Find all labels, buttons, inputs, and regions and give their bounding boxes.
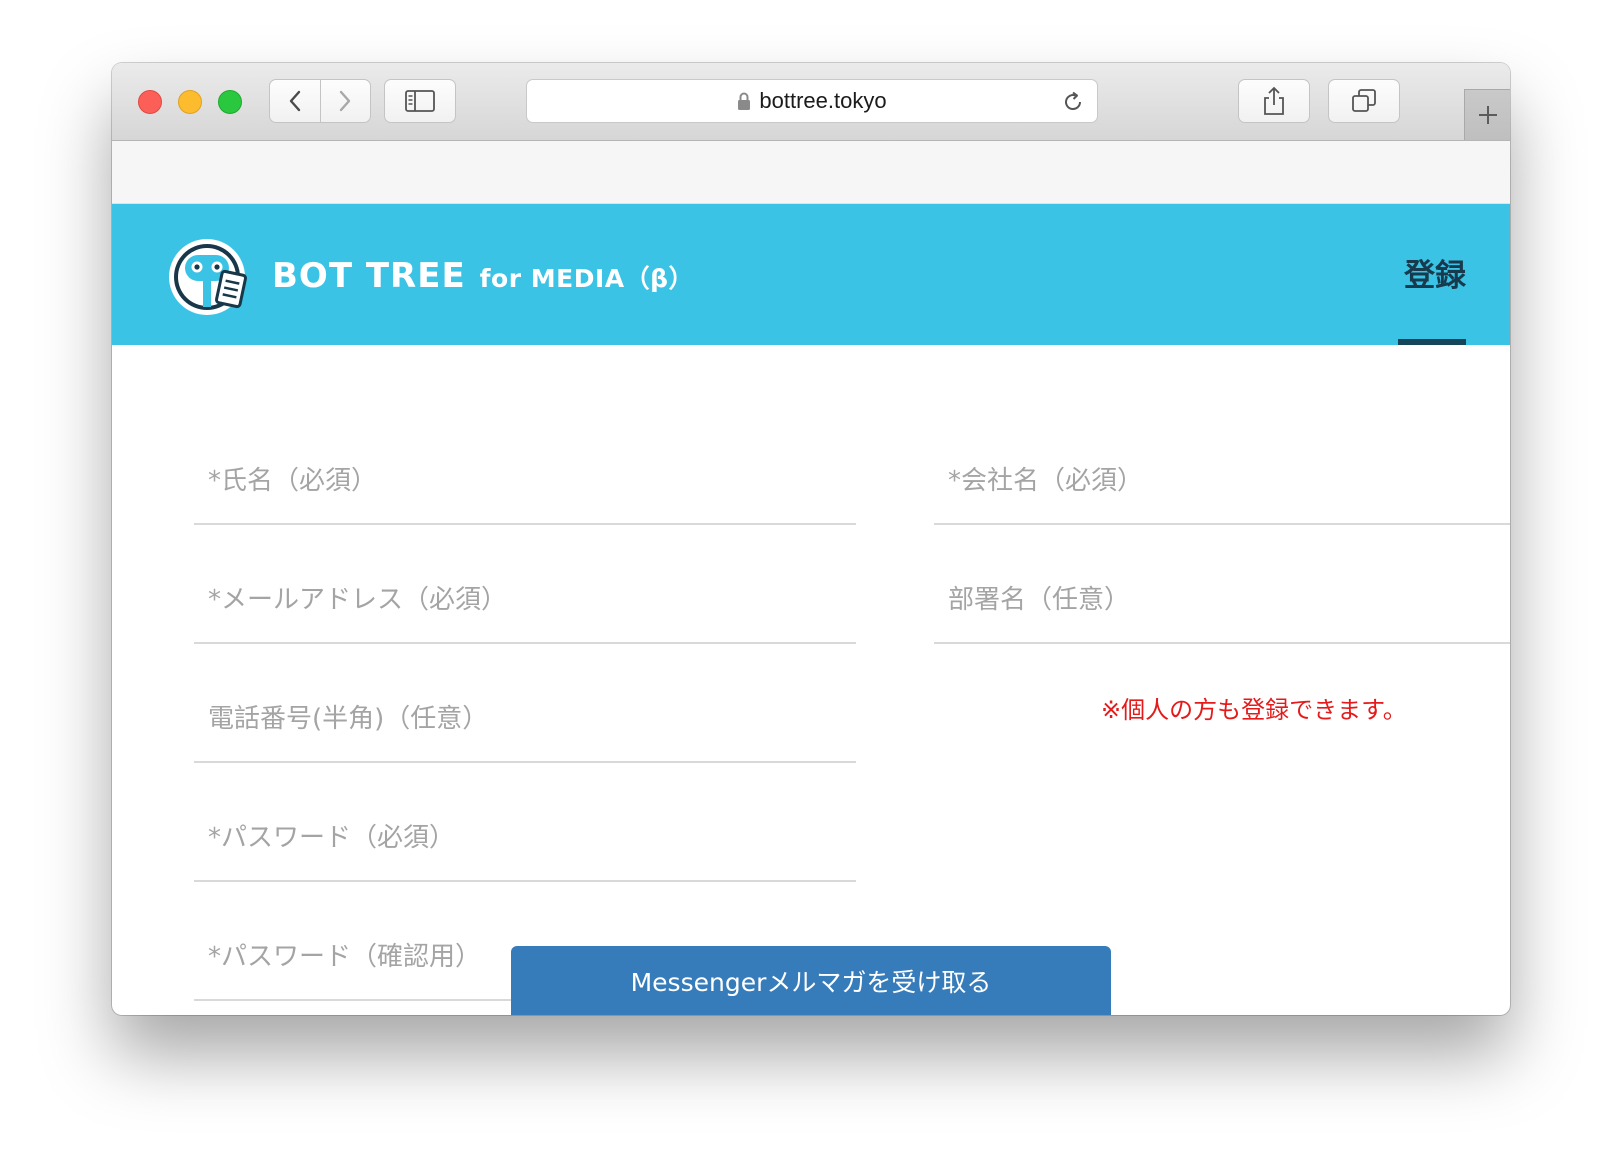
department-field-placeholder: 部署名（任意） <box>948 585 1131 615</box>
share-button[interactable] <box>1238 79 1310 123</box>
browser-window: bottree.tokyo BOT TREE for MEDIA（β） 登録 *… <box>112 63 1510 1015</box>
browser-toolbar: bottree.tokyo <box>112 63 1510 141</box>
lock-icon <box>738 92 751 110</box>
chevron-left-icon <box>289 90 300 112</box>
password-confirm-field-placeholder: *パスワード（確認用） <box>208 942 482 972</box>
nav-register-link[interactable]: 登録 <box>1404 250 1466 295</box>
zoom-window-button[interactable] <box>218 90 242 114</box>
company-field-placeholder: *会社名（必須） <box>948 466 1144 496</box>
name-field[interactable]: *氏名（必須） <box>194 406 856 525</box>
chevron-right-icon <box>340 90 351 112</box>
phone-field[interactable]: 電話番号(半角)（任意） <box>194 644 856 763</box>
name-field-placeholder: *氏名（必須） <box>208 466 378 496</box>
url-text: bottree.tokyo <box>759 88 887 113</box>
forward-button[interactable] <box>319 80 371 122</box>
site-header: BOT TREE for MEDIA（β） 登録 <box>112 204 1510 345</box>
back-button[interactable] <box>270 80 320 122</box>
plus-icon <box>1478 106 1497 124</box>
messenger-subscribe-button[interactable]: Messengerメルマガを受け取る <box>511 946 1111 1015</box>
brand-sub: for MEDIA（β） <box>479 264 695 293</box>
history-navigation <box>269 79 371 123</box>
close-window-button[interactable] <box>138 90 162 114</box>
password-field-placeholder: *パスワード（必須） <box>208 823 456 853</box>
brand-main: BOT TREE <box>272 256 466 296</box>
nav-active-indicator <box>1398 339 1466 345</box>
sidebar-button[interactable] <box>384 79 456 123</box>
sidebar-icon <box>405 90 435 112</box>
brand-wordmark[interactable]: BOT TREE for MEDIA（β） <box>272 256 694 296</box>
address-bar[interactable]: bottree.tokyo <box>526 79 1098 123</box>
email-field-placeholder: *メールアドレス（必須） <box>208 585 508 615</box>
phone-field-placeholder: 電話番号(半角)（任意） <box>208 704 489 734</box>
email-field[interactable]: *メールアドレス（必須） <box>194 525 856 644</box>
new-tab-button[interactable] <box>1464 89 1510 140</box>
reload-button[interactable] <box>1061 90 1085 118</box>
individual-note: ※個人の方も登録できます。 <box>1101 696 1407 724</box>
company-field[interactable]: *会社名（必須） <box>934 406 1510 525</box>
page-top-strip <box>112 141 1510 204</box>
bot-tree-logo-icon[interactable] <box>167 237 251 321</box>
department-field[interactable]: 部署名（任意） <box>934 525 1510 644</box>
share-icon <box>1264 86 1284 115</box>
tabs-overview-button[interactable] <box>1328 79 1400 123</box>
reload-icon <box>1065 91 1082 111</box>
tabs-overview-icon <box>1352 89 1376 112</box>
password-field[interactable]: *パスワード（必須） <box>194 763 856 882</box>
minimize-window-button[interactable] <box>178 90 202 114</box>
